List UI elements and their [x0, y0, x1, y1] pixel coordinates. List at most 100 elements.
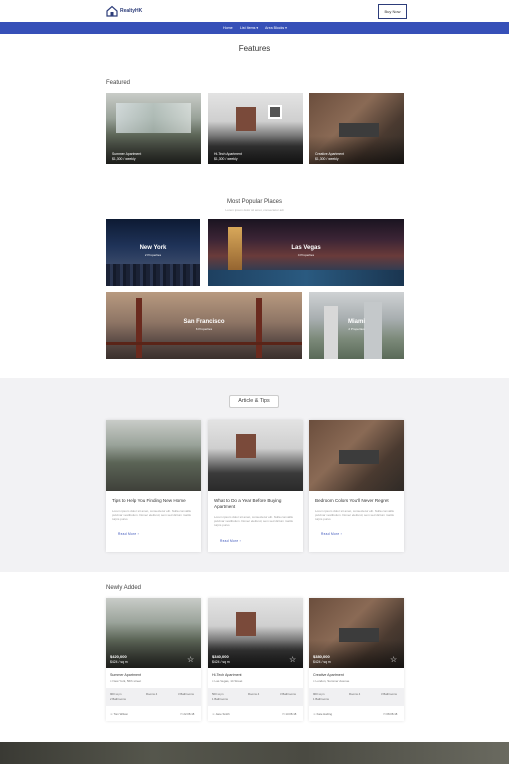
nav-list-items[interactable]: List Items ▾ — [240, 26, 258, 30]
listing-location: ⌖ Las Vegas, 14 Street — [212, 679, 243, 683]
spec-area: 900 sq m — [313, 692, 325, 696]
star-icon[interactable]: ☆ — [390, 656, 397, 664]
house-logo-icon[interactable] — [106, 5, 118, 17]
article-text: Lorem ipsum dolor sit amet, consectetur … — [112, 509, 191, 522]
read-more-link[interactable]: Read More › — [321, 532, 342, 536]
spec-baths: 3 Bathrooms — [381, 692, 397, 696]
spec-baths: 3 Bathrooms — [280, 692, 296, 696]
listing-agent[interactable]: ☺ Jane Smith — [212, 712, 230, 716]
spec-rooms: Rooms 4 — [248, 692, 260, 696]
featured-price: $1,300 / weekly — [112, 157, 136, 161]
article-title[interactable]: Tips to Help You Finding New Home — [112, 498, 197, 504]
article-title[interactable]: What to Do a Year Before Buying Apartmen… — [214, 498, 299, 510]
nav-area-blocks[interactable]: Area Blocks ▾ — [265, 26, 287, 30]
place-las-vegas[interactable]: Las Vegas 4 Properties — [208, 219, 404, 286]
nav-list-items-label: List Items — [240, 26, 256, 30]
buy-now-button[interactable]: Buy Now — [378, 4, 407, 19]
listing-card-2[interactable]: $340,000 $424 / sq m ☆ Hi-Tech Apartment… — [208, 598, 303, 721]
listing-card-3[interactable]: $380,000 $424 / sq m ☆ Creative Apartmen… — [309, 598, 404, 721]
listing-agent-name: Kate Harling — [316, 712, 333, 716]
featured-card-3[interactable]: Creative Apartment $1,300 / weekly — [309, 93, 404, 164]
listing-rate: $424 / sq m — [110, 660, 128, 664]
water-shape — [208, 270, 404, 286]
article-title[interactable]: Bedroom Colors You'll Never Regret — [315, 498, 400, 504]
featured-name: Creative Apartment — [315, 152, 345, 156]
listing-agent-name: Jane Smith — [215, 712, 230, 716]
listing-name[interactable]: Summer Apartment — [110, 673, 141, 677]
read-more-label: Read More — [220, 539, 239, 543]
place-new-york[interactable]: New York 2 Properties — [106, 219, 200, 286]
listing-date-text: 13.08.18 — [285, 712, 297, 716]
listing-date-text: 08.08.18 — [386, 712, 398, 716]
place-name: Las Vegas — [291, 245, 321, 251]
listing-date: ▭ 13.08.18 — [282, 712, 297, 716]
place-count: 4 Properties — [297, 253, 315, 257]
site-header: RealtyHK Buy Now — [0, 0, 509, 22]
spec-rooms: Rooms 4 — [146, 692, 158, 696]
listing-price: $420,000 — [110, 654, 127, 659]
article-card-3[interactable]: Bedroom Colors You'll Never Regret Lorem… — [309, 420, 404, 552]
spec-area: 500 sq m — [212, 692, 224, 696]
article-text: Lorem ipsum dolor sit amet, consectetur … — [214, 515, 293, 528]
listing-name[interactable]: Hi-Tech Apartment — [212, 673, 242, 677]
listing-image: $340,000 $424 / sq m ☆ — [208, 598, 303, 668]
listing-agent[interactable]: ☺ Tom Wilson — [110, 712, 128, 716]
window-view — [116, 103, 191, 133]
place-miami[interactable]: Miami 2 Properties — [309, 292, 404, 359]
featured-name: Summer Apartment — [112, 152, 142, 156]
newly-added-title: Newly Added — [106, 585, 142, 591]
sofa-shape — [339, 450, 379, 464]
listing-location-text: Las Vegas, 14 Street — [214, 679, 243, 683]
listing-agent[interactable]: ☺ Kate Harling — [313, 712, 332, 716]
listing-location: ⌖ London, Summer Avenue — [313, 679, 350, 683]
listing-rate: $424 / sq m — [313, 660, 331, 664]
listing-date: ▭ 08.08.18 — [383, 712, 398, 716]
read-more-link[interactable]: Read More › — [220, 539, 241, 543]
listing-price: $340,000 — [212, 654, 229, 659]
read-more-link[interactable]: Read More › — [118, 532, 139, 536]
listing-specs: 500 sq m Rooms 4 3 Bathrooms 1 Bathrooms — [208, 688, 303, 706]
listing-image: $380,000 $424 / sq m ☆ — [309, 598, 404, 668]
nav-home[interactable]: Home — [223, 26, 233, 30]
place-name: Miami — [347, 319, 365, 325]
listing-rate: $424 / sq m — [212, 660, 230, 664]
place-name: San Francisco — [183, 319, 225, 325]
spec-rooms: Rooms 4 — [349, 692, 361, 696]
read-more-label: Read More — [118, 532, 137, 536]
spec-baths: 3 Bathrooms — [178, 692, 194, 696]
article-card-2[interactable]: What to Do a Year Before Buying Apartmen… — [208, 420, 303, 552]
spec-baths-2: 2 Bathrooms — [110, 697, 126, 701]
listing-specs: 900 sq m Rooms 4 3 Bathrooms 2 Bathrooms — [106, 688, 201, 706]
place-count: 6 Properties — [195, 327, 213, 331]
articles-title: Article & Tips — [229, 395, 279, 408]
article-image — [106, 420, 201, 491]
skyline — [106, 264, 200, 286]
star-icon[interactable]: ☆ — [289, 656, 296, 664]
star-icon[interactable]: ☆ — [187, 656, 194, 664]
featured-name: Hi-Tech Apartment — [214, 152, 242, 156]
article-image — [208, 420, 303, 491]
listing-location: ⌖ New York, 56th street — [110, 679, 142, 683]
listing-agent-name: Tom Wilson — [113, 712, 129, 716]
building — [324, 306, 338, 359]
featured-card-2[interactable]: Hi-Tech Apartment $1,300 / weekly — [208, 93, 303, 164]
place-count: 2 Properties — [144, 253, 162, 257]
featured-title: Featured — [106, 80, 131, 86]
article-card-1[interactable]: Tips to Help You Finding New Home Lorem … — [106, 420, 201, 552]
listing-specs: 900 sq m Rooms 4 3 Bathrooms 1 Bathrooms — [309, 688, 404, 706]
listing-location-text: New York, 56th street — [112, 679, 142, 683]
listing-price: $380,000 — [313, 654, 330, 659]
featured-card-1[interactable]: Summer Apartment $1,300 / weekly — [106, 93, 201, 164]
listing-name[interactable]: Creative Apartment — [313, 673, 344, 677]
spec-baths-2: 1 Bathrooms — [212, 697, 228, 701]
nav-area-blocks-label: Area Blocks — [265, 26, 285, 30]
featured-price: $1,300 / weekly — [315, 157, 339, 161]
logo-text[interactable]: RealtyHK — [120, 8, 142, 14]
listing-card-1[interactable]: $420,000 $424 / sq m ☆ Summer Apartment … — [106, 598, 201, 721]
footer-banner-image — [0, 742, 509, 764]
fireplace-shape — [236, 612, 256, 636]
popular-title: Most Popular Places — [226, 199, 283, 205]
place-san-francisco[interactable]: San Francisco 6 Properties — [106, 292, 302, 359]
listing-date-text: 22.08.18 — [183, 712, 195, 716]
featured-price: $1,300 / weekly — [214, 157, 238, 161]
